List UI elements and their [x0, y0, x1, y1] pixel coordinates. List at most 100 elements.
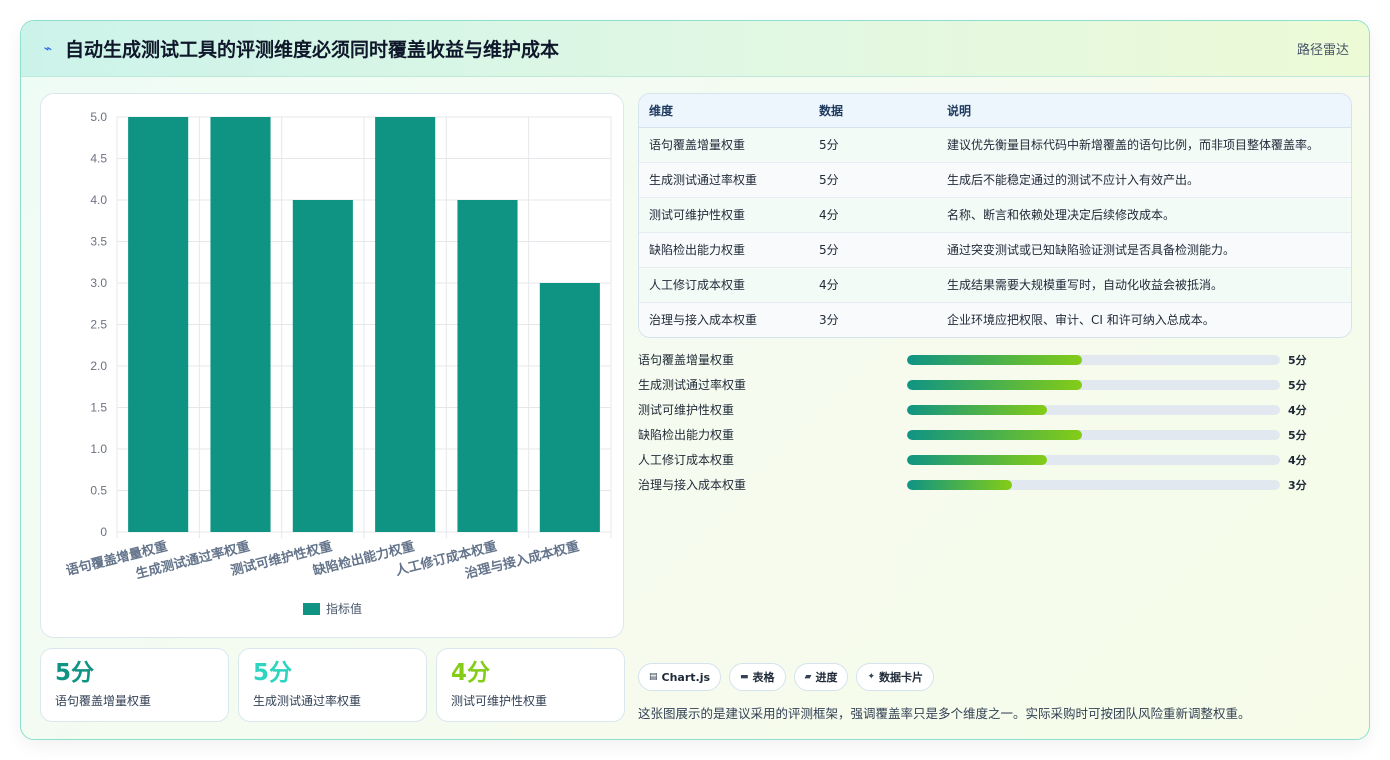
cell-description: 名称、断言和依赖处理决定后续修改成本。 — [937, 197, 1351, 233]
data-table-panel: 维度 数据 说明 语句覆盖增量权重 5分 建议优先衡量目标代码中新增覆盖的语句比… — [638, 93, 1352, 338]
data-table: 维度 数据 说明 语句覆盖增量权重 5分 建议优先衡量目标代码中新增覆盖的语句比… — [639, 94, 1351, 337]
y-tick-label: 1.0 — [90, 442, 107, 456]
cell-dimension: 人工修订成本权重 — [639, 267, 809, 303]
cell-score: 5分 — [809, 232, 937, 268]
trend-icon: ⌁ — [43, 40, 53, 57]
y-tick-label: 2.5 — [90, 318, 107, 332]
progress-fill — [907, 354, 1083, 365]
title-wrap: ⌁ 自动生成测试工具的评测维度必须同时覆盖收益与维护成本 — [41, 35, 559, 62]
chip-table[interactable]: ▬ 表格 — [729, 663, 786, 691]
stat-label: 语句覆盖增量权重 — [55, 694, 152, 709]
stat-label: 生成测试通过率权重 — [253, 694, 362, 709]
bar — [292, 200, 353, 532]
page-title: 自动生成测试工具的评测维度必须同时覆盖收益与维护成本 — [65, 39, 560, 61]
progress-row: 语句覆盖增量权重 5分 — [638, 347, 1352, 372]
sparkle-icon: ✦ — [867, 672, 876, 682]
progress-value: 5分 — [1288, 353, 1307, 367]
stat-value: 5分 — [253, 660, 293, 686]
y-tick-label: 0 — [100, 525, 107, 539]
chart-icon: ▤ — [649, 672, 658, 682]
y-tick-label: 3.0 — [90, 276, 107, 290]
progress-fill — [907, 404, 1048, 415]
table-row: 人工修订成本权重 4分 生成结果需要大规模重写时，自动化收益会被抵消。 — [639, 267, 1351, 303]
y-tick-label: 4.0 — [90, 193, 107, 207]
cell-score: 3分 — [809, 302, 937, 337]
y-tick-label: 0.5 — [90, 484, 107, 498]
progress-list: 语句覆盖增量权重 5分 生成测试通过率权重 5分 测试可维护性权重 4分 缺陷检… — [638, 347, 1352, 497]
y-tick-label: 5.0 — [90, 110, 107, 124]
column-header: 说明 — [937, 94, 1351, 128]
chip-label: Chart.js — [661, 670, 711, 684]
chip-label: 表格 — [752, 671, 775, 684]
bar — [539, 283, 600, 532]
cell-dimension: 生成测试通过率权重 — [639, 162, 809, 198]
table-row: 语句覆盖增量权重 5分 建议优先衡量目标代码中新增覆盖的语句比例，而非项目整体覆… — [639, 127, 1351, 163]
progress-value: 5分 — [1288, 378, 1307, 392]
dashboard-card: ⌁ 自动生成测试工具的评测维度必须同时覆盖收益与维护成本 路径雷达 0 0.5 1.… — [20, 20, 1370, 740]
column-header: 维度 — [639, 94, 809, 128]
column-header: 数据 — [809, 94, 937, 128]
progress-row: 人工修订成本权重 4分 — [638, 447, 1352, 472]
progress-fill — [907, 379, 1083, 390]
cell-dimension: 治理与接入成本权重 — [639, 302, 809, 337]
bar — [457, 200, 518, 532]
header-tag: 路径雷达 — [1296, 43, 1349, 58]
chip-progress[interactable]: ▰ 进度 — [793, 663, 849, 691]
stat-label: 测试可维护性权重 — [451, 694, 548, 709]
progress-track — [907, 379, 1280, 390]
cell-description: 通过突变测试或已知缺陷验证测试是否具备检测能力。 — [937, 232, 1351, 268]
legend-label: 指标值 — [326, 601, 362, 616]
progress-label: 缺陷检出能力权重 — [638, 428, 735, 442]
y-tick-label: 1.5 — [90, 401, 107, 415]
cell-score: 4分 — [809, 267, 937, 303]
stat-card: 4分 测试可维护性权重 — [436, 648, 625, 722]
cell-score: 5分 — [809, 162, 937, 198]
progress-track — [907, 404, 1280, 415]
progress-row: 治理与接入成本权重 3分 — [638, 472, 1352, 497]
progress-value: 5分 — [1288, 428, 1307, 442]
cell-dimension: 测试可维护性权重 — [639, 197, 809, 233]
table-row: 生成测试通过率权重 5分 生成后不能稳定通过的测试不应计入有效产出。 — [639, 162, 1351, 198]
cell-score: 4分 — [809, 197, 937, 233]
table-row: 测试可维护性权重 4分 名称、断言和依赖处理决定后续修改成本。 — [639, 197, 1351, 233]
progress-track — [907, 354, 1280, 365]
stat-card: 5分 生成测试通过率权重 — [238, 648, 427, 722]
progress-value: 4分 — [1288, 403, 1307, 417]
bar — [128, 117, 189, 532]
progress-row: 缺陷检出能力权重 5分 — [638, 422, 1352, 447]
progress-icon: ▰ — [804, 672, 812, 682]
progress-label: 语句覆盖增量权重 — [638, 353, 735, 367]
progress-fill — [907, 454, 1048, 465]
table-header-row: 维度 数据 说明 — [639, 94, 1351, 128]
progress-track — [907, 454, 1280, 465]
cell-description: 企业环境应把权限、审计、CI 和许可纳入总成本。 — [937, 302, 1351, 337]
progress-track — [907, 479, 1280, 490]
footnote: 这张图展示的是建议采用的评测框架，强调覆盖率只是多个维度之一。实际采购时可按团队… — [638, 706, 1251, 721]
progress-row: 生成测试通过率权重 5分 — [638, 372, 1352, 397]
chip-chartjs[interactable]: ▤ Chart.js — [638, 663, 722, 691]
cell-dimension: 缺陷检出能力权重 — [639, 232, 809, 268]
stat-value: 5分 — [55, 660, 95, 686]
header: ⌁ 自动生成测试工具的评测维度必须同时覆盖收益与维护成本 路径雷达 — [21, 21, 1369, 77]
chip-list: ▤ Chart.js ▬ 表格 ▰ 进度 ✦ 数据卡片 — [638, 663, 935, 691]
chip-label: 进度 — [815, 671, 838, 684]
progress-row: 测试可维护性权重 4分 — [638, 397, 1352, 422]
progress-track — [907, 429, 1280, 440]
progress-label: 生成测试通过率权重 — [638, 378, 747, 392]
table-row: 治理与接入成本权重 3分 企业环境应把权限、审计、CI 和许可纳入总成本。 — [639, 302, 1351, 337]
chip-label: 数据卡片 — [879, 671, 924, 684]
progress-label: 治理与接入成本权重 — [638, 478, 747, 492]
chip-data-card[interactable]: ✦ 数据卡片 — [856, 663, 935, 691]
table-row: 缺陷检出能力权重 5分 通过突变测试或已知缺陷验证测试是否具备检测能力。 — [639, 232, 1351, 268]
stat-value: 4分 — [451, 660, 491, 686]
bar-chart: 00.51.01.52.02.53.03.54.04.55.0语句覆盖增量权重生… — [64, 110, 612, 616]
bar — [375, 117, 436, 532]
progress-value: 4分 — [1288, 453, 1307, 467]
y-tick-label: 2.0 — [90, 359, 107, 373]
cell-description: 生成后不能稳定通过的测试不应计入有效产出。 — [937, 162, 1351, 198]
progress-label: 人工修订成本权重 — [638, 453, 735, 467]
y-tick-label: 4.5 — [90, 152, 107, 166]
cell-description: 生成结果需要大规模重写时，自动化收益会被抵消。 — [937, 267, 1351, 303]
progress-value: 3分 — [1288, 478, 1307, 492]
bar — [210, 117, 271, 532]
